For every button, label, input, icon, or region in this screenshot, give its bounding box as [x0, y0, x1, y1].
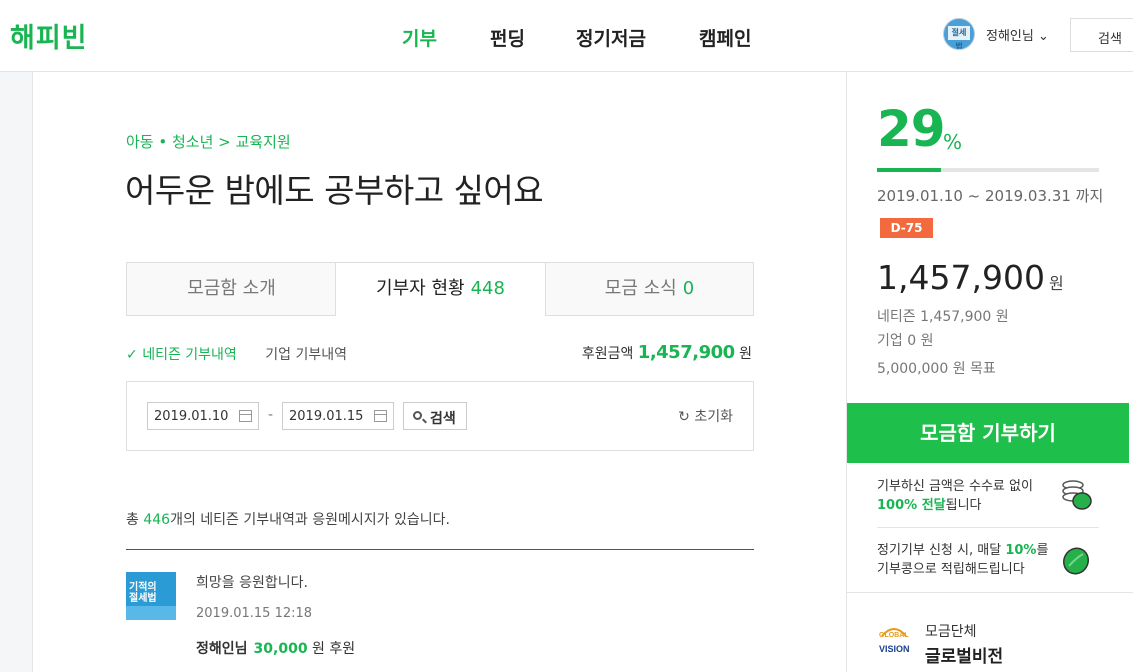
main-content: 아동 • 청소년 > 교육지원 어두운 밤에도 공부하고 싶어요 모금함 소개 …	[32, 72, 847, 672]
donor-date: 2019.01.15 12:18	[196, 606, 313, 621]
user-menu[interactable]: 정해인님 ⌄	[986, 25, 1049, 44]
date-separator: -	[268, 407, 274, 423]
calendar-icon[interactable]	[239, 410, 252, 422]
svg-text:GLOBAL: GLOBAL	[879, 632, 909, 639]
tab-label: 모금 소식	[604, 278, 677, 299]
divider	[126, 549, 754, 550]
count-suffix: 개의 네티즌 기부내역과 응원메시지가 있습니다.	[170, 512, 450, 528]
total-label: 후원금액	[581, 346, 634, 362]
tab-bar: 모금함 소개 기부자 현황 448 모금 소식 0	[126, 262, 754, 316]
dday-badge: D-75	[880, 218, 933, 238]
total-amount: 후원금액 1,457,900 원	[582, 342, 752, 363]
subtabs: ✓ 네티즌 기부내역 기업 기부내역	[126, 344, 347, 364]
coins-icon	[1062, 480, 1092, 510]
logo[interactable]: 해피빈	[10, 16, 88, 55]
goal-amount: 5,000,000 원 목표	[877, 361, 996, 377]
donation-count: 총 446개의 네티즌 기부내역과 응원메시지가 있습니다.	[126, 509, 450, 529]
org-label: 모금단체	[925, 624, 977, 640]
regular-info-text: 정기기부 신청 시, 매달	[877, 543, 1006, 558]
subtab-netizen[interactable]: 네티즌 기부내역	[142, 347, 237, 363]
tab-donors[interactable]: 기부자 현황 448	[335, 262, 546, 316]
campaign-period: 2019.01.10 ~ 2019.03.31 까지	[877, 187, 1104, 205]
org-name[interactable]: 글로벌비전	[925, 642, 1003, 667]
donor-avatar: 기적의 절세법	[126, 572, 176, 620]
tab-intro[interactable]: 모금함 소개	[127, 263, 336, 315]
regular-info-highlight: 10%	[1005, 543, 1037, 558]
divider	[847, 592, 1133, 593]
bean-icon	[1062, 547, 1090, 575]
progress-percent: 29	[877, 100, 946, 158]
date-from-input[interactable]: 2019.01.10	[147, 402, 259, 430]
percent-sign: %	[943, 130, 963, 154]
nav-donate[interactable]: 기부	[402, 24, 437, 51]
tab-count: 0	[682, 278, 695, 299]
divider	[877, 527, 1099, 528]
filter-search-label: 검색	[430, 411, 456, 427]
avatar[interactable]: 절세법	[943, 18, 975, 50]
regular-info-line2: 기부콩으로 적립해드립니다	[877, 562, 1025, 577]
check-icon: ✓	[126, 347, 138, 363]
filter-search-button[interactable]: 검색	[403, 402, 467, 430]
nav-regular-saving[interactable]: 정기저금	[576, 24, 646, 51]
donate-button[interactable]: 모금함 기부하기	[847, 403, 1129, 463]
tab-count: 448	[470, 278, 505, 299]
search-icon	[413, 411, 422, 420]
subtab-company[interactable]: 기업 기부내역	[265, 347, 347, 363]
svg-text:VISION: VISION	[879, 644, 910, 654]
nav-funding[interactable]: 펀딩	[490, 24, 525, 51]
date-filter: 2019.01.10 - 2019.01.15 검색 ↻ 초기화	[126, 381, 754, 451]
fee-info: 기부하신 금액은 수수료 없이 100% 전달됩니다	[877, 477, 1033, 515]
nav-campaign[interactable]: 캠페인	[699, 24, 751, 51]
count-prefix: 총	[126, 512, 144, 528]
book-title: 기적의 절세법	[129, 582, 157, 604]
date-to-input[interactable]: 2019.01.15	[282, 402, 394, 430]
calendar-icon[interactable]	[374, 410, 387, 422]
page-title: 어두운 밤에도 공부하고 싶어요	[125, 171, 544, 210]
total-value: 1,457,900	[637, 342, 735, 363]
tab-label: 기부자 현황	[376, 278, 465, 299]
donor-name: 정해인님	[196, 641, 248, 657]
progress-fill	[877, 168, 942, 172]
sidebar: 29 % 2019.01.10 ~ 2019.03.31 까지 D-75 1,4…	[847, 72, 1133, 672]
fee-info-highlight: 100% 전달	[877, 498, 946, 513]
breadcrumb[interactable]: 아동 • 청소년 > 교육지원	[126, 131, 291, 152]
date-from-value: 2019.01.10	[154, 409, 229, 424]
donor-message: 희망을 응원합니다.	[196, 575, 308, 591]
raised-value: 1,457,900	[877, 258, 1045, 297]
tab-label: 모금함 소개	[187, 278, 276, 299]
donor-amount: 30,000	[253, 641, 308, 657]
company-amount: 기업 0 원	[877, 333, 934, 349]
donor-info: 정해인님 30,000 원 후원	[196, 638, 355, 658]
progress-bar	[877, 168, 1099, 172]
netizen-amount: 네티즌 1,457,900 원	[877, 309, 1009, 325]
chevron-down-icon: ⌄	[1037, 29, 1049, 44]
top-bar: 해피빈 기부 펀딩 정기저금 캠페인 절세법 정해인님 ⌄ 검색	[0, 0, 1133, 72]
refresh-icon: ↻	[678, 409, 690, 425]
search-button[interactable]: 검색	[1070, 18, 1133, 52]
reset-button[interactable]: ↻ 초기화	[678, 406, 733, 426]
count-number: 446	[143, 512, 171, 528]
global-vision-logo: GLOBAL VISION	[879, 628, 910, 654]
date-to-value: 2019.01.15	[289, 409, 364, 424]
tab-news[interactable]: 모금 소식 0	[546, 263, 753, 315]
fee-info-suffix: 됩니다	[945, 498, 982, 513]
regular-info-suffix: 를	[1036, 543, 1049, 558]
raised-amount: 1,457,900 원	[877, 258, 1064, 297]
regular-info: 정기기부 신청 시, 매달 10%를기부콩으로 적립해드립니다	[877, 541, 1048, 579]
reset-label: 초기화	[694, 409, 733, 425]
raised-unit: 원	[1048, 274, 1064, 293]
total-unit: 원	[739, 346, 752, 362]
user-name: 정해인님	[986, 29, 1034, 44]
donor-suffix: 원 후원	[312, 641, 356, 657]
fee-info-text: 기부하신 금액은 수수료 없이	[877, 479, 1033, 494]
